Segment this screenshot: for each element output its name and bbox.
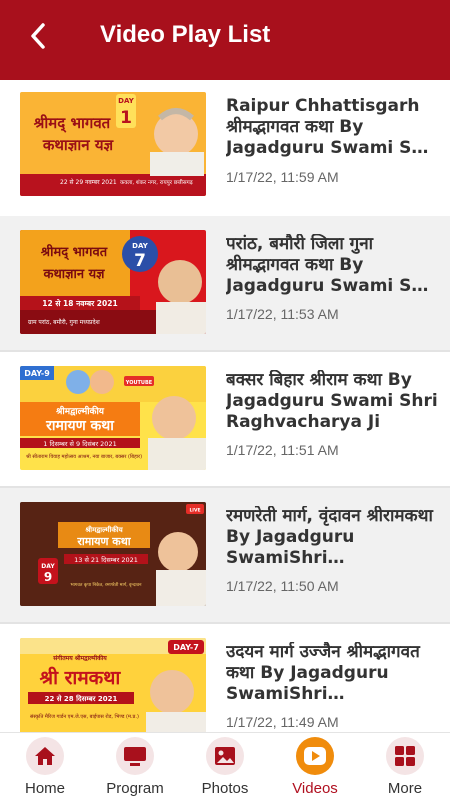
video-list-item[interactable]: DAY-9 YOUTUBE श्रीमद्वाल्मीकीय रामायण कथ… (0, 352, 450, 486)
video-list-item[interactable]: DAY-7 संगीतमय श्रीमद्वाल्मीकीय श्री रामक… (0, 624, 450, 732)
thumb-heading-line1: श्रीमद् भागवत (40, 244, 108, 261)
video-title[interactable]: Raipur Chhattisgarh श्रीमद्भागवत कथा By … (226, 96, 438, 159)
tv-icon (124, 747, 146, 766)
nav-label: Program (106, 780, 164, 797)
thumb-heading-line2: रामायण कथा (45, 418, 115, 434)
nav-label: More (387, 780, 423, 797)
app-header: Video Play List (0, 0, 450, 80)
thumb-heading-line2: कथाज्ञान यज्ञ (43, 267, 106, 282)
video-title[interactable]: बक्सर बिहार श्रीराम कथा By Jagadguru Swa… (226, 370, 438, 433)
video-title[interactable]: रमणरेती मार्ग, वृंदावन श्रीरामकथा By Jag… (226, 506, 438, 569)
video-thumbnail[interactable]: DAY-9 YOUTUBE श्रीमद्वाल्मीकीय रामायण कथ… (20, 366, 206, 470)
bottom-navigation: Home Program Photos Videos More (0, 732, 450, 800)
video-list-item[interactable]: DAY 1 श्रीमद् भागवत कथाज्ञान यज्ञ 22 से … (0, 92, 450, 216)
day-number: 7 (134, 251, 146, 271)
nav-label: Photos (201, 780, 249, 797)
thumb-dates: 22 से 29 नवम्बर 2021 (60, 178, 117, 186)
nav-icon-background-active (296, 737, 334, 775)
day-badge-label: DAY-7 (173, 643, 199, 652)
thumb-venue: कवला, शंकर नगर, रायपुर छत्तीसगढ़ (120, 179, 194, 186)
thumb-venue: संस्कृति मैरिज गार्डन एम.जे.एस, बाईपास र… (30, 713, 139, 720)
thumb-dates: 22 से 28 दिसम्बर 2021 (45, 694, 118, 703)
video-date: 1/17/22, 11:51 AM (226, 442, 339, 458)
day-badge-label: DAY-9 (24, 369, 50, 378)
video-thumbnail[interactable]: DAY 7 श्रीमद् भागवत कथाज्ञान यज्ञ 12 से … (20, 230, 206, 334)
video-list-item[interactable]: DAY 7 श्रीमद् भागवत कथाज्ञान यज्ञ 12 से … (0, 216, 450, 350)
nav-item-photos[interactable]: Photos (180, 733, 270, 800)
video-date: 1/17/22, 11:53 AM (226, 306, 339, 322)
thumb-heading-line2: श्री रामकथा (40, 666, 122, 689)
back-button[interactable] (20, 18, 56, 54)
day-number: 1 (120, 108, 132, 128)
video-title[interactable]: परांठ, बमौरी जिला गुना श्रीमद्भागवत कथा … (226, 234, 438, 297)
video-date: 1/17/22, 11:49 AM (226, 714, 339, 730)
stream-label: LIVE (189, 508, 200, 514)
image-icon (215, 747, 235, 765)
page-title: Video Play List (100, 21, 271, 48)
video-thumbnail[interactable]: DAY 1 श्रीमद् भागवत कथाज्ञान यज्ञ 22 से … (20, 92, 206, 196)
nav-item-home[interactable]: Home (0, 733, 90, 800)
video-thumbnail[interactable]: DAY-7 संगीतमय श्रीमद्वाल्मीकीय श्री रामक… (20, 638, 206, 732)
day-badge-label: DAY (41, 563, 55, 570)
grid-icon (395, 746, 415, 766)
day-badge-label: DAY (132, 242, 149, 250)
stream-label: YOUTUBE (125, 380, 153, 386)
video-list-item[interactable]: श्रीमद्वाल्मीकीय रामायण कथा DAY 9 13 से … (0, 488, 450, 622)
thumb-heading-line1: श्रीमद् भागवत (33, 114, 112, 134)
divider (0, 80, 450, 92)
video-thumbnail[interactable]: श्रीमद्वाल्मीकीय रामायण कथा DAY 9 13 से … (20, 502, 206, 606)
thumb-heading-line2: कथाज्ञान यज्ञ (42, 136, 115, 154)
video-date: 1/17/22, 11:59 AM (226, 169, 339, 185)
thumb-venue: श्री सीताराम विवाह महोत्सव आश्रम, नया बा… (26, 453, 142, 460)
video-date: 1/17/22, 11:50 AM (226, 578, 339, 594)
nav-item-more[interactable]: More (360, 733, 450, 800)
thumb-venue: भागवत कृपा निकेत, रमणरेती मार्ग, वृन्दाव… (71, 581, 142, 588)
thumb-dates: 12 से 18 नवम्बर 2021 (42, 299, 117, 308)
thumb-heading-line1: श्रीमद्वाल्मीकीय (55, 405, 105, 417)
nav-icon-background (206, 737, 244, 775)
thumb-heading-line2: रामायण कथा (76, 535, 131, 548)
nav-item-videos[interactable]: Videos (270, 733, 360, 800)
thumb-dates: 13 से 21 दिसम्बर 2021 (74, 556, 138, 564)
video-list[interactable]: DAY 1 श्रीमद् भागवत कथाज्ञान यज्ञ 22 से … (0, 80, 450, 732)
home-icon (35, 747, 55, 765)
nav-item-program[interactable]: Program (90, 733, 180, 800)
nav-label: Home (24, 780, 65, 797)
day-number: 9 (44, 570, 52, 584)
thumb-venue: ग्राम परांठ, बमौरी, गुना मध्यप्रदेश (28, 318, 101, 326)
nav-icon-background (386, 737, 424, 775)
play-icon (304, 747, 326, 765)
nav-icon-background (116, 737, 154, 775)
thumb-dates: 1 दिसम्बर से 9 दिसंबर 2021 (43, 440, 116, 448)
thumb-heading-line1: संगीतमय श्रीमद्वाल्मीकीय (52, 654, 107, 662)
video-title[interactable]: उदयन मार्ग उज्जैन श्रीमद्भागवत कथा By Ja… (226, 642, 438, 705)
nav-label-active: Videos (292, 780, 338, 797)
thumb-heading-line1: श्रीमद्वाल्मीकीय (84, 525, 123, 534)
nav-icon-background (26, 737, 64, 775)
chevron-left-icon (31, 23, 45, 49)
day-badge-label: DAY (118, 97, 135, 105)
